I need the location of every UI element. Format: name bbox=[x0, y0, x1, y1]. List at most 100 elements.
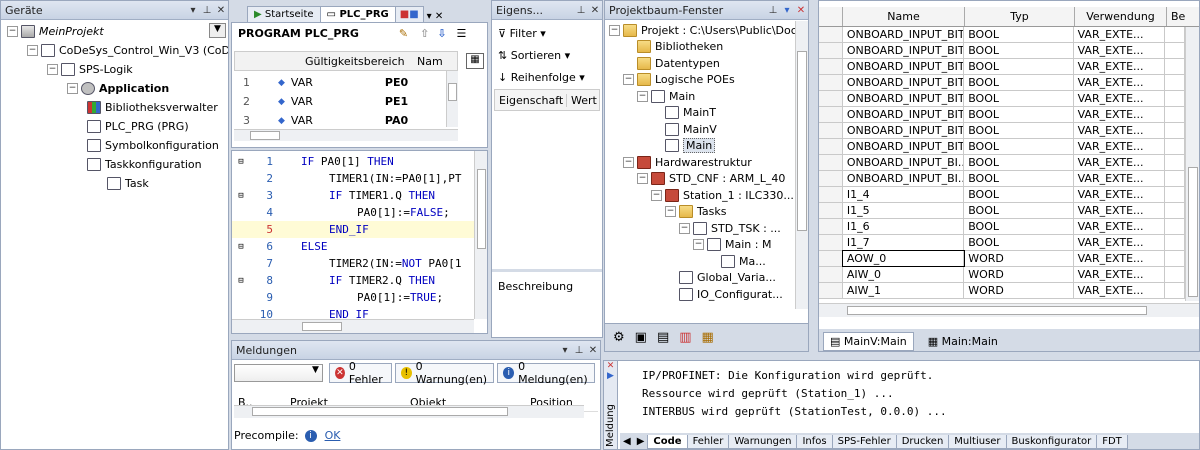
row-selector[interactable] bbox=[819, 27, 843, 42]
grid-cell[interactable]: VAR_EXTE... bbox=[1074, 283, 1166, 298]
grid-cell[interactable]: ONBOARD_INPUT_BI... bbox=[843, 155, 965, 170]
project-tree-item-main[interactable]: Main bbox=[651, 138, 716, 154]
table-view-icon[interactable]: ▦ bbox=[466, 53, 484, 69]
grid-row[interactable]: ONBOARD_INPUT_BIT2 BOOL VAR_EXTE... bbox=[819, 27, 1185, 43]
grid-cell[interactable]: VAR_EXTE... bbox=[1074, 27, 1166, 42]
code-h-scrollbar[interactable] bbox=[232, 319, 474, 333]
pin-icon[interactable]: ⊥ bbox=[572, 345, 586, 356]
grid-cell[interactable]: VAR_EXTE... bbox=[1074, 203, 1166, 218]
project-tree-item-tasks[interactable]: − Tasks bbox=[665, 204, 726, 220]
row-selector[interactable] bbox=[819, 171, 843, 186]
code-line[interactable]: ⊟ 8 IF TIMER2.Q THEN bbox=[232, 272, 487, 289]
grid-h-scrollbar[interactable] bbox=[819, 303, 1199, 317]
col-value[interactable]: Wert bbox=[567, 94, 597, 107]
grid-cell[interactable]: VAR_EXTE... bbox=[1074, 59, 1166, 74]
grid-cell[interactable]: BOOL bbox=[964, 43, 1074, 58]
grid-row[interactable]: ONBOARD_INPUT_BIT4 BOOL VAR_EXTE... bbox=[819, 59, 1185, 75]
grid-row[interactable]: I1_6 BOOL VAR_EXTE... bbox=[819, 219, 1185, 235]
row-selector[interactable] bbox=[819, 59, 843, 74]
tab-main[interactable]: ▦ Main:Main bbox=[922, 333, 1004, 350]
grid-cell[interactable]: VAR_EXTE... bbox=[1074, 107, 1166, 122]
project-tree-scrollbar[interactable] bbox=[795, 21, 808, 309]
decl-scrollbar[interactable] bbox=[446, 71, 458, 127]
row-selector[interactable] bbox=[819, 203, 843, 218]
grid-cell[interactable]: I1_7 bbox=[843, 235, 965, 250]
grid-cell[interactable]: BOOL bbox=[964, 219, 1074, 234]
output-tab-multiuser[interactable]: Multiuser bbox=[948, 434, 1007, 449]
grid-cell[interactable]: VAR_EXTE... bbox=[1074, 267, 1166, 282]
sort-button[interactable]: ⇅ Sortieren ▾ bbox=[498, 45, 596, 67]
grid-cell[interactable]: BOOL bbox=[964, 171, 1074, 186]
grid-cell[interactable]: BOOL bbox=[964, 235, 1074, 250]
grid-cell[interactable]: VAR_EXTE... bbox=[1074, 91, 1166, 106]
code-line[interactable]: 7 TIMER2(IN:=NOT PA0[1 bbox=[232, 255, 487, 272]
output-tab-warnungen[interactable]: Warnungen bbox=[728, 434, 798, 449]
project-tree-item-bibliotheken[interactable]: Bibliotheken bbox=[623, 39, 723, 55]
devices-tree-item-meinprojekt[interactable]: − MeinProjekt bbox=[7, 22, 104, 41]
grid-cell[interactable]: BOOL bbox=[964, 139, 1074, 154]
code-line[interactable]: 2 TIMER1(IN:=PA0[1],PT bbox=[232, 170, 487, 187]
dropdown-icon[interactable]: ▾ bbox=[780, 5, 794, 16]
close-icon[interactable]: ✕ bbox=[586, 345, 600, 356]
properties-divider[interactable] bbox=[492, 269, 602, 272]
output-tab-buskonfigurator[interactable]: Buskonfigurator bbox=[1005, 434, 1098, 449]
devices-tree-item-sps-logik[interactable]: − SPS-Logik bbox=[47, 60, 133, 79]
grid-row[interactable]: ONBOARD_INPUT_BIT3 BOOL VAR_EXTE... bbox=[819, 43, 1185, 59]
grid-cell[interactable]: VAR_EXTE... bbox=[1074, 123, 1166, 138]
grid-cell[interactable]: WORD bbox=[964, 251, 1074, 266]
collapse-toggle-icon[interactable]: − bbox=[665, 206, 676, 217]
grid-scrollbar[interactable] bbox=[1185, 27, 1199, 301]
output-tab-fehler[interactable]: Fehler bbox=[686, 434, 730, 449]
book-view-icon[interactable]: ▤ bbox=[657, 330, 669, 345]
grid-row[interactable]: I1_5 BOOL VAR_EXTE... bbox=[819, 203, 1185, 219]
grid-row[interactable]: ONBOARD_INPUT_BIT8 BOOL VAR_EXTE... bbox=[819, 123, 1185, 139]
grid-cell[interactable]: BOOL bbox=[964, 27, 1074, 42]
collapse-toggle-icon[interactable]: − bbox=[623, 156, 634, 168]
grid-row[interactable]: AIW_1 WORD VAR_EXTE... bbox=[819, 283, 1185, 299]
project-tree-item-io-configurat[interactable]: IO_Configurat... bbox=[665, 286, 783, 302]
grid-cell[interactable]: ONBOARD_INPUT_BI... bbox=[843, 171, 965, 186]
row-selector[interactable] bbox=[819, 235, 843, 250]
grid-row[interactable]: I1_4 BOOL VAR_EXTE... bbox=[819, 187, 1185, 203]
tab-plc-prg[interactable]: ▭ PLC_PRG bbox=[319, 6, 396, 22]
grid-row[interactable]: ONBOARD_INPUT_BIT6 BOOL VAR_EXTE... bbox=[819, 91, 1185, 107]
decl-col-name[interactable]: Nam bbox=[417, 55, 443, 68]
collapse-toggle-icon[interactable]: − bbox=[637, 90, 648, 102]
pin-icon[interactable]: ⊥ bbox=[574, 5, 588, 16]
output-tab-code[interactable]: Code bbox=[647, 434, 688, 449]
devices-tree-item-plc-prg-prg[interactable]: PLC_PRG (PRG) bbox=[87, 117, 189, 136]
code-line[interactable]: 4 PA0[1]:=FALSE; bbox=[232, 204, 487, 221]
poe-view-icon[interactable]: ▦ bbox=[702, 330, 714, 345]
col-type[interactable]: Typ bbox=[965, 7, 1075, 26]
row-selector[interactable] bbox=[819, 283, 843, 298]
grid-cell[interactable]: ONBOARD_INPUT_BIT5 bbox=[843, 75, 965, 90]
expand-icon[interactable]: ▶ bbox=[604, 371, 617, 381]
grid-cell[interactable]: AOW_0 bbox=[841, 250, 966, 267]
tab-symbol[interactable]: ■■ bbox=[394, 6, 424, 22]
precompile-ok-link[interactable]: OK bbox=[325, 429, 341, 442]
grid-cell[interactable]: ONBOARD_INPUT_BIT9 bbox=[843, 139, 965, 154]
collapse-toggle-icon[interactable]: − bbox=[609, 24, 620, 36]
grid-cell[interactable]: BOOL bbox=[964, 91, 1074, 106]
project-tree-item-mainv[interactable]: MainV bbox=[651, 121, 717, 137]
code-line[interactable]: ⊟ 6 ELSE bbox=[232, 238, 487, 255]
grid-cell[interactable]: ONBOARD_INPUT_BIT7 bbox=[843, 107, 965, 122]
grid-cell[interactable]: ONBOARD_INPUT_BIT8 bbox=[843, 123, 965, 138]
pin-icon[interactable]: ⊥ bbox=[200, 5, 214, 16]
devices-tree-item-symbolkonfiguration[interactable]: Symbolkonfiguration bbox=[87, 136, 219, 155]
arrow-down-icon[interactable]: ⇩ bbox=[437, 27, 446, 40]
grid-cell[interactable]: I1_4 bbox=[843, 187, 965, 202]
decl-col-scope[interactable]: Gültigkeitsbereich bbox=[305, 55, 417, 68]
messages-h-scrollbar[interactable] bbox=[234, 405, 584, 418]
grid-cell[interactable]: ONBOARD_INPUT_BIT3 bbox=[843, 43, 965, 58]
devices-tree-item-application[interactable]: − Application bbox=[67, 79, 169, 98]
grid-cell[interactable]: BOOL bbox=[964, 59, 1074, 74]
devices-dropdown-button[interactable]: ▼ bbox=[209, 23, 226, 38]
grid-cell[interactable]: VAR_EXTE... bbox=[1074, 43, 1166, 58]
col-property[interactable]: Eigenschaft bbox=[495, 93, 567, 107]
col-usage[interactable]: Verwendung bbox=[1075, 7, 1167, 26]
row-selector[interactable] bbox=[819, 251, 843, 266]
project-tree-item-ma[interactable]: Ma... bbox=[707, 253, 766, 269]
grid-cell[interactable]: BOOL bbox=[964, 155, 1074, 170]
grid-cell[interactable]: I1_6 bbox=[843, 219, 965, 234]
